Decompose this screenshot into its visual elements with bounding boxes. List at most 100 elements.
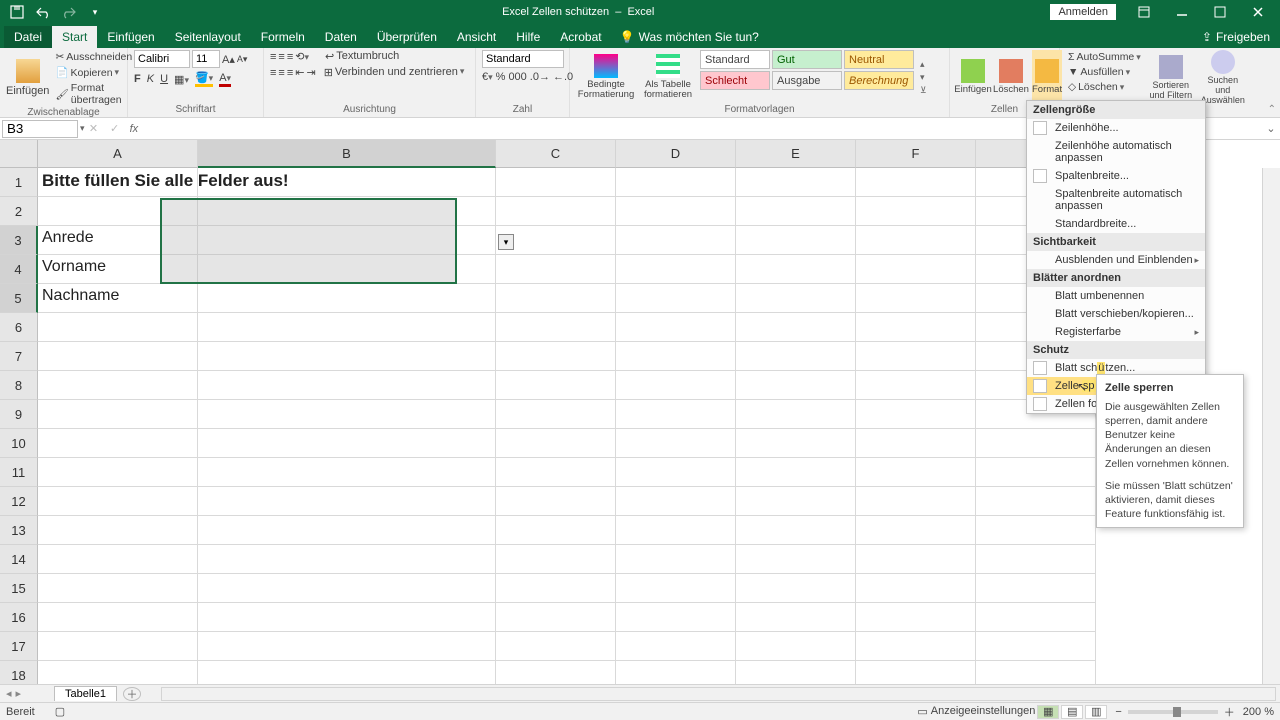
cell-F13[interactable] bbox=[856, 516, 976, 545]
qat-customize-icon[interactable]: ▾ bbox=[84, 2, 106, 22]
name-box[interactable] bbox=[2, 120, 78, 138]
cell-F17[interactable] bbox=[856, 632, 976, 661]
select-all-corner[interactable] bbox=[0, 140, 38, 168]
cell-A9[interactable] bbox=[38, 400, 198, 429]
tab-insert[interactable]: Einfügen bbox=[97, 26, 164, 48]
align-middle-icon[interactable]: ≡ bbox=[278, 51, 284, 63]
insert-cells-button[interactable]: Einfügen bbox=[956, 50, 990, 104]
cell-E1[interactable] bbox=[736, 168, 856, 197]
clear-button[interactable]: ◇Löschen▾ bbox=[1066, 80, 1143, 94]
find-button[interactable]: Suchen und Auswählen bbox=[1199, 50, 1247, 106]
bold-button[interactable]: F bbox=[134, 73, 141, 85]
cell-D15[interactable] bbox=[616, 574, 736, 603]
cell-C8[interactable] bbox=[496, 371, 616, 400]
cell-B3[interactable] bbox=[198, 226, 496, 255]
cell-B15[interactable] bbox=[198, 574, 496, 603]
cell-D3[interactable] bbox=[616, 226, 736, 255]
cell-C15[interactable] bbox=[496, 574, 616, 603]
cell-A14[interactable] bbox=[38, 545, 198, 574]
sheet-nav-next-icon[interactable]: ▸ bbox=[16, 687, 22, 700]
view-normal-icon[interactable]: ▦ bbox=[1037, 705, 1059, 719]
vertical-scrollbar[interactable] bbox=[1262, 168, 1280, 684]
cell-D8[interactable] bbox=[616, 371, 736, 400]
cell-C11[interactable] bbox=[496, 458, 616, 487]
indent-dec-icon[interactable]: ⇤ bbox=[295, 66, 304, 79]
cell-B10[interactable] bbox=[198, 429, 496, 458]
style-gut[interactable]: Gut bbox=[772, 50, 842, 69]
cell-F7[interactable] bbox=[856, 342, 976, 371]
zoom-out-icon[interactable]: − bbox=[1115, 706, 1121, 718]
cell-A10[interactable] bbox=[38, 429, 198, 458]
col-header-B[interactable]: B bbox=[198, 140, 496, 168]
format-painter-button[interactable]: 🖌Format übertragen bbox=[53, 81, 134, 107]
confirm-entry-icon[interactable]: ✓ bbox=[106, 122, 124, 135]
cell-E4[interactable] bbox=[736, 255, 856, 284]
cell-E12[interactable] bbox=[736, 487, 856, 516]
row-header-8[interactable]: 8 bbox=[0, 371, 38, 400]
align-top-icon[interactable]: ≡ bbox=[270, 51, 276, 63]
horizontal-scrollbar[interactable] bbox=[161, 687, 1276, 701]
cell-B9[interactable] bbox=[198, 400, 496, 429]
cell-A5[interactable]: Nachname bbox=[38, 284, 198, 313]
percent-icon[interactable]: % bbox=[496, 71, 506, 83]
menu-col-autofit[interactable]: Spaltenbreite automatisch anpassen bbox=[1027, 185, 1205, 215]
maximize-icon[interactable] bbox=[1202, 0, 1238, 24]
zoom-in-icon[interactable]: ＋ bbox=[1224, 704, 1235, 720]
cell-C5[interactable] bbox=[496, 284, 616, 313]
cell-F14[interactable] bbox=[856, 545, 976, 574]
cell-D1[interactable] bbox=[616, 168, 736, 197]
style-standard[interactable]: Standard bbox=[700, 50, 770, 69]
format-cells-button[interactable]: Format bbox=[1032, 50, 1062, 104]
currency-icon[interactable]: €▾ bbox=[482, 71, 493, 83]
cell-D9[interactable] bbox=[616, 400, 736, 429]
number-format-input[interactable] bbox=[482, 50, 564, 68]
ribbon-collapse-icon[interactable]: ⌃ bbox=[1268, 104, 1276, 115]
cell-E15[interactable] bbox=[736, 574, 856, 603]
cell-B1[interactable] bbox=[198, 168, 496, 197]
font-size-input[interactable] bbox=[192, 50, 220, 68]
indent-inc-icon[interactable]: ⇥ bbox=[306, 66, 315, 79]
tab-acrobat[interactable]: Acrobat bbox=[550, 26, 611, 48]
signin-button[interactable]: Anmelden bbox=[1050, 4, 1116, 20]
style-more-icon[interactable]: ⊻ bbox=[920, 85, 927, 96]
inc-decimal-icon[interactable]: .0→ bbox=[530, 71, 550, 83]
cell-F9[interactable] bbox=[856, 400, 976, 429]
cell-A3[interactable]: Anrede bbox=[38, 226, 198, 255]
autosum-button[interactable]: ΣAutoSumme▾ bbox=[1066, 50, 1143, 64]
tab-start[interactable]: Start bbox=[52, 26, 97, 48]
fill-button[interactable]: ▼Ausfüllen▾ bbox=[1066, 65, 1143, 79]
grow-font-icon[interactable]: A▴ bbox=[222, 53, 235, 66]
view-page-icon[interactable]: ▤ bbox=[1061, 705, 1083, 719]
cell-D5[interactable] bbox=[616, 284, 736, 313]
underline-button[interactable]: U bbox=[160, 73, 168, 85]
row-header-9[interactable]: 9 bbox=[0, 400, 38, 429]
style-bad[interactable]: Schlecht bbox=[700, 71, 770, 90]
save-icon[interactable] bbox=[6, 2, 28, 22]
col-header-E[interactable]: E bbox=[736, 140, 856, 168]
cell-E3[interactable] bbox=[736, 226, 856, 255]
cell-G13[interactable] bbox=[976, 516, 1096, 545]
row-header-15[interactable]: 15 bbox=[0, 574, 38, 603]
cut-button[interactable]: ✂Ausschneiden bbox=[53, 50, 134, 64]
tell-me[interactable]: 💡Was möchten Sie tun? bbox=[612, 26, 767, 48]
cell-D10[interactable] bbox=[616, 429, 736, 458]
row-header-10[interactable]: 10 bbox=[0, 429, 38, 458]
menu-std-width[interactable]: Standardbreite... bbox=[1027, 215, 1205, 233]
cell-F5[interactable] bbox=[856, 284, 976, 313]
cell-B4[interactable] bbox=[198, 255, 496, 284]
cell-B7[interactable] bbox=[198, 342, 496, 371]
cell-E11[interactable] bbox=[736, 458, 856, 487]
cell-F12[interactable] bbox=[856, 487, 976, 516]
cell-F16[interactable] bbox=[856, 603, 976, 632]
redo-icon[interactable] bbox=[58, 2, 80, 22]
cell-C2[interactable] bbox=[496, 197, 616, 226]
align-left-icon[interactable]: ≡ bbox=[270, 67, 276, 79]
align-center-icon[interactable]: ≡ bbox=[278, 67, 284, 79]
cell-B13[interactable] bbox=[198, 516, 496, 545]
cell-C1[interactable] bbox=[496, 168, 616, 197]
close-icon[interactable] bbox=[1240, 0, 1276, 24]
cell-A12[interactable] bbox=[38, 487, 198, 516]
cell-A17[interactable] bbox=[38, 632, 198, 661]
cell-B17[interactable] bbox=[198, 632, 496, 661]
cell-C7[interactable] bbox=[496, 342, 616, 371]
